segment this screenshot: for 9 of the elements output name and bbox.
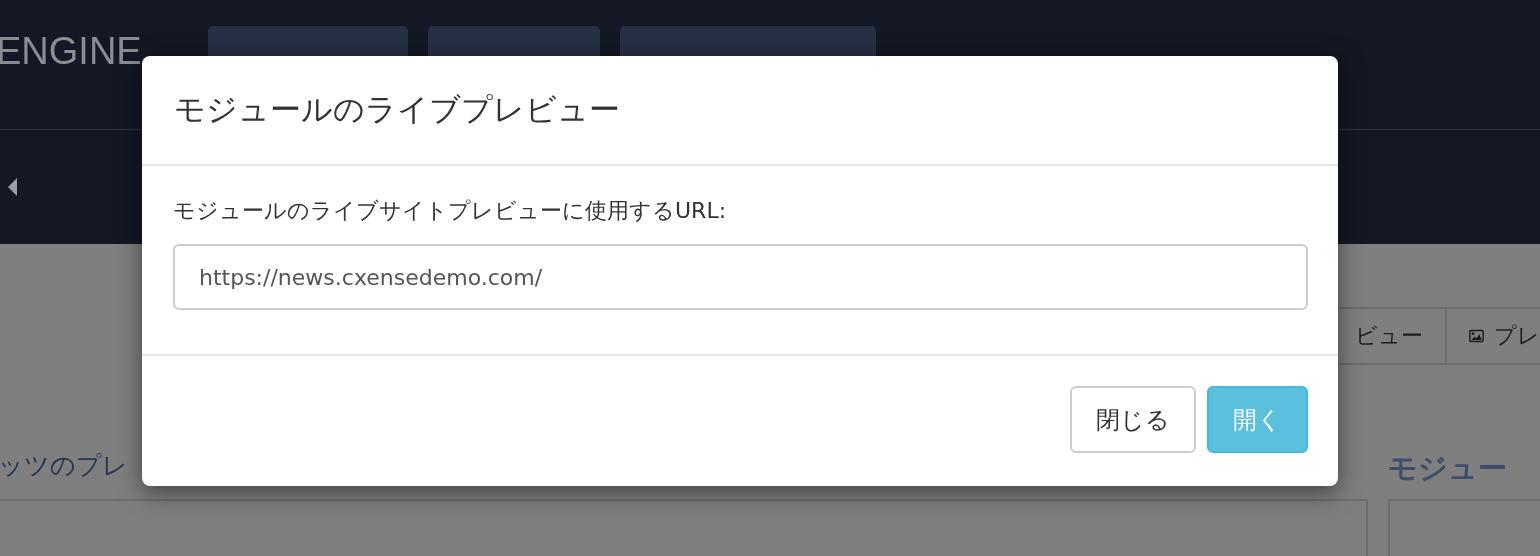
section-heading: ッツのプレ bbox=[0, 450, 128, 482]
open-button[interactable]: 開く bbox=[1207, 386, 1308, 453]
dialog-title: モジュールのライブプレビュー bbox=[174, 90, 620, 129]
field-label: モジュールのライブサイトプレビューに使用するURL: bbox=[173, 197, 728, 225]
toolbar-button[interactable]: プレ bbox=[1445, 307, 1540, 365]
section-heading: モジュー bbox=[1388, 450, 1508, 487]
back-caret-icon[interactable] bbox=[8, 178, 18, 196]
close-button[interactable]: 閉じる bbox=[1070, 386, 1196, 453]
url-field[interactable]: https://news.cxensedemo.com/ bbox=[173, 244, 1308, 310]
